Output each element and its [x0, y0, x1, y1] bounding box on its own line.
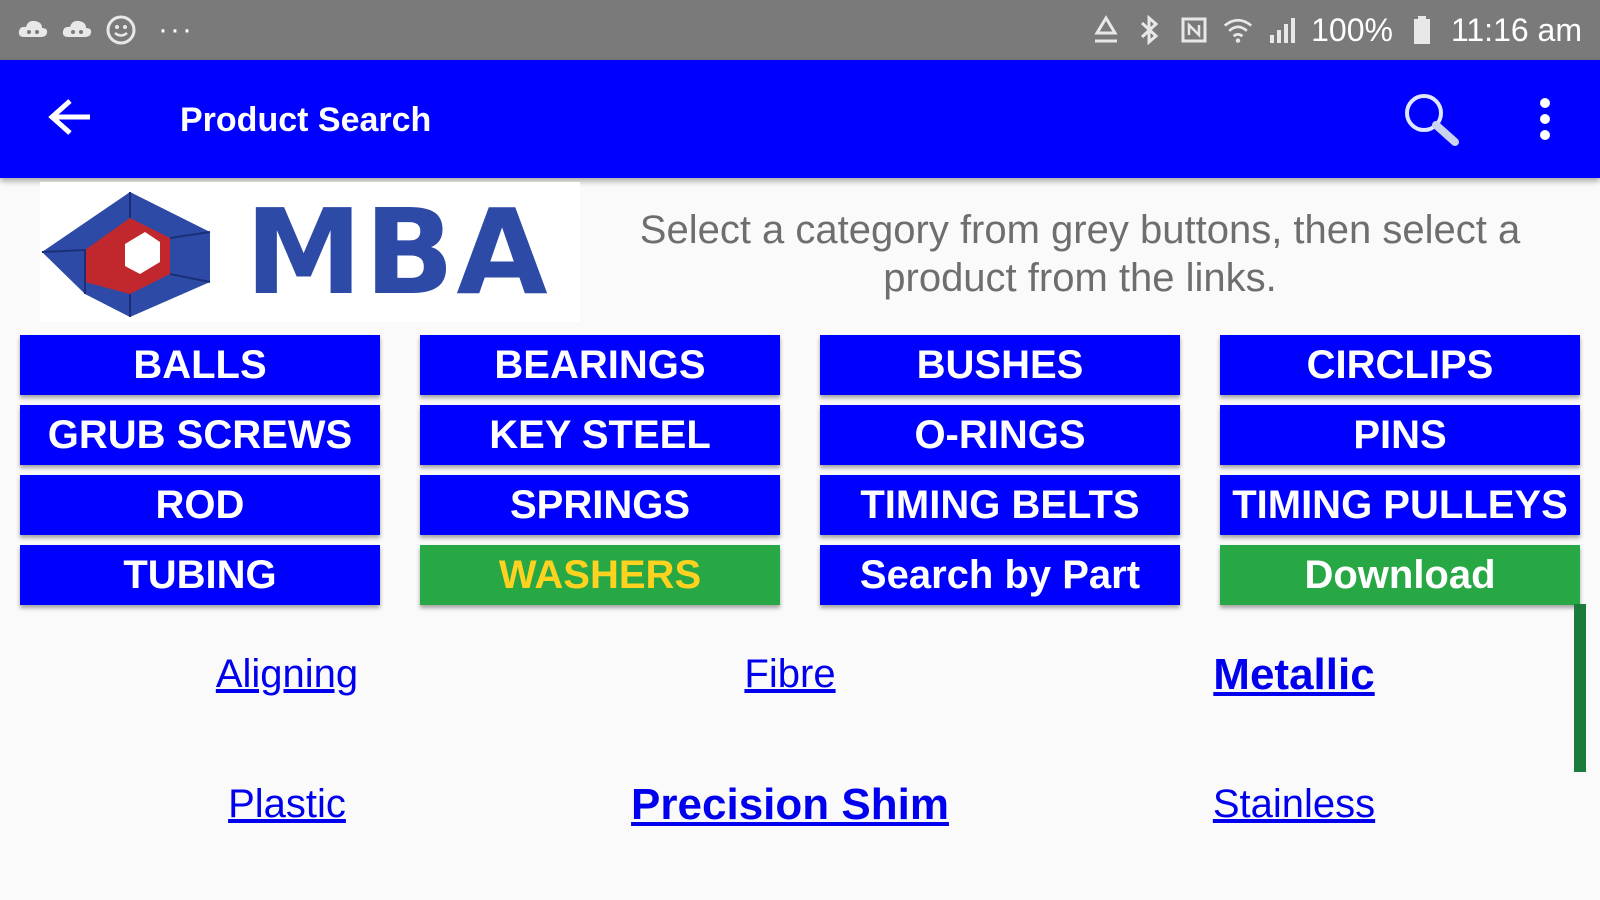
more-options-button[interactable] [1525, 90, 1565, 152]
search-icon [1401, 90, 1461, 153]
category-button-bearings[interactable]: BEARINGS [420, 335, 780, 395]
category-grid: BALLS BEARINGS BUSHES CIRCLIPS GRUB SCRE… [20, 335, 1580, 605]
category-button-washers[interactable]: WASHERS [420, 545, 780, 605]
product-link-fibre[interactable]: Fibre [744, 652, 835, 697]
scroll-indicator [1574, 604, 1586, 772]
category-button-bushes[interactable]: BUSHES [820, 335, 1180, 395]
category-button-timing-belts[interactable]: TIMING BELTS [820, 475, 1180, 535]
cloud-game-icon [62, 15, 92, 45]
back-button[interactable] [40, 94, 100, 144]
logo-text: MBA [245, 183, 550, 321]
download-button[interactable]: Download [1220, 545, 1580, 605]
category-button-timing-pulleys[interactable]: TIMING PULLEYS [1220, 475, 1580, 535]
mba-logo: MBA [40, 182, 580, 322]
clock: 11:16 am [1450, 11, 1582, 48]
category-button-springs[interactable]: SPRINGS [420, 475, 780, 535]
product-link-plastic[interactable]: Plastic [228, 782, 346, 827]
wifi-icon [1223, 15, 1253, 45]
category-button-pins[interactable]: PINS [1220, 405, 1580, 465]
instructions-text: Select a category from grey buttons, the… [639, 208, 1521, 300]
search-button[interactable] [1398, 90, 1464, 152]
back-arrow-icon [48, 97, 92, 142]
more-vert-icon [1539, 97, 1551, 146]
recycle-icon [1091, 15, 1121, 45]
category-button-grub-screws[interactable]: GRUB SCREWS [20, 405, 380, 465]
nfc-icon [1179, 15, 1209, 45]
category-button-tubing[interactable]: TUBING [20, 545, 380, 605]
status-bar-right: 100% 11:16 am [1091, 12, 1582, 49]
notification-overflow: ··· [158, 13, 194, 46]
category-button-o-rings[interactable]: O-RINGS [820, 405, 1180, 465]
smiley-icon [106, 15, 136, 45]
search-by-part-button[interactable]: Search by Part [820, 545, 1180, 605]
bluetooth-icon [1135, 15, 1165, 45]
category-button-rod[interactable]: ROD [20, 475, 380, 535]
product-link-metallic[interactable]: Metallic [1213, 650, 1374, 700]
product-link-stainless[interactable]: Stainless [1213, 782, 1375, 827]
battery-percent: 100% [1311, 11, 1393, 48]
category-button-balls[interactable]: BALLS [20, 335, 380, 395]
status-bar-left: ··· [18, 13, 194, 47]
category-button-circlips[interactable]: CIRCLIPS [1220, 335, 1580, 395]
mba-cube-icon [41, 192, 211, 317]
signal-icon [1267, 15, 1297, 45]
cloud-game-icon [18, 15, 48, 45]
page-title: Product Search [180, 101, 432, 139]
battery-icon [1407, 15, 1437, 45]
status-bar: ··· 100% 11:16 am [0, 0, 1600, 60]
product-link-precision-shim[interactable]: Precision Shim [631, 780, 949, 830]
category-button-key-steel[interactable]: KEY STEEL [420, 405, 780, 465]
product-link-aligning[interactable]: Aligning [216, 652, 358, 697]
app-bar: Product Search [0, 60, 1600, 178]
